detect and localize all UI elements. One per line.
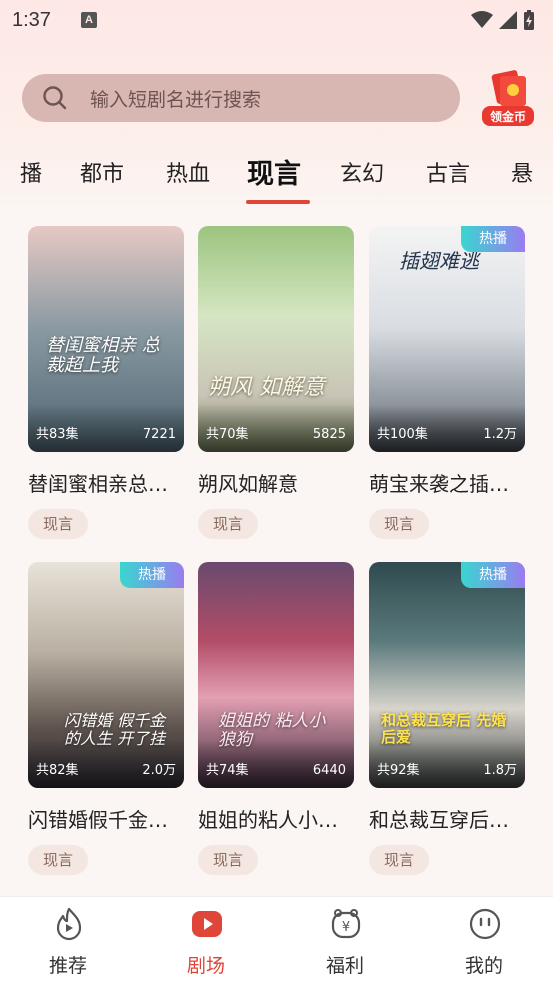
nav-label: 我的 [464, 955, 503, 977]
battery-icon [524, 10, 534, 30]
view-count: 6440 [312, 763, 346, 778]
drama-poster[interactable]: 热播 和总裁互穿后 先婚后爱 共92集 1.8万 [369, 562, 525, 788]
drama-title[interactable]: 和总裁互穿后… [369, 804, 529, 833]
nav-item-recommend[interactable]: 推荐 [18, 897, 118, 984]
wifi-icon [471, 11, 493, 28]
drama-title[interactable]: 姐姐的粘人小… [198, 804, 358, 833]
search-input[interactable]: 输入短剧名进行搜索 [22, 74, 460, 122]
drama-card[interactable]: 热播 闪错婚 假千金的人生 开了挂 共82集 2.0万 闪错婚假千金… 现言 [28, 562, 184, 875]
view-count: 2.0万 [142, 763, 176, 778]
drama-poster[interactable]: 插翅难逃 热播 共100集 1.2万 [369, 226, 525, 452]
tab-rexue[interactable]: 热血 [166, 156, 210, 188]
category-tabs: 播 都市 热血 现言 玄幻 古言 悬 [0, 150, 553, 206]
nav-label: 剧场 [186, 955, 225, 977]
drama-poster[interactable]: 朔风 如解意 共70集 5825 [198, 226, 354, 452]
theater-play-icon [192, 911, 222, 937]
nav-item-welfare[interactable]: ¥ 福利 [295, 897, 395, 984]
tab-partial-left[interactable]: 播 [20, 156, 42, 188]
smiley-face-icon [469, 908, 501, 940]
signal-icon [499, 11, 517, 29]
drama-card[interactable]: 热播 和总裁互穿后 先婚后爱 共92集 1.8万 和总裁互穿后… 现言 [369, 562, 525, 875]
nav-item-mine[interactable]: 我的 [434, 897, 534, 984]
drama-title[interactable]: 替闺蜜相亲总… [28, 468, 188, 497]
notification-icon: A [80, 12, 97, 28]
tab-xianyan[interactable]: 现言 [247, 152, 301, 191]
poster-title-art: 替闺蜜相亲 总裁超上我 [46, 335, 160, 376]
flame-play-icon [56, 907, 82, 941]
hot-badge: 热播 [120, 562, 184, 588]
drama-poster[interactable]: 热播 闪错婚 假千金的人生 开了挂 共82集 2.0万 [28, 562, 184, 788]
drama-card[interactable]: 姐姐的 粘人小狼狗 共74集 6440 姐姐的粘人小… 现言 [198, 562, 354, 875]
drama-card[interactable]: 插翅难逃 热播 共100集 1.2万 萌宝来袭之插… 现言 [369, 226, 525, 539]
genre-tag: 现言 [369, 845, 430, 875]
view-count: 1.8万 [483, 763, 517, 778]
episode-count: 共70集 [206, 427, 249, 442]
status-icons [471, 10, 535, 30]
genre-tag: 现言 [198, 509, 259, 539]
drama-title[interactable]: 闪错婚假千金… [28, 804, 188, 833]
active-tab-indicator [246, 200, 310, 204]
episode-count: 共82集 [36, 763, 79, 778]
episode-count: 共83集 [36, 427, 79, 442]
view-count: 7221 [142, 427, 176, 442]
hot-badge: 热播 [461, 226, 525, 252]
search-placeholder: 输入短剧名进行搜索 [90, 88, 262, 111]
search-icon [43, 86, 67, 110]
drama-poster[interactable]: 姐姐的 粘人小狼狗 共74集 6440 [198, 562, 354, 788]
view-count: 1.2万 [483, 427, 517, 442]
tab-guyan[interactable]: 古言 [426, 156, 470, 188]
genre-tag: 现言 [28, 845, 89, 875]
svg-text:¥: ¥ [342, 920, 350, 935]
coin-badge-label: 领金币 [489, 110, 526, 124]
tab-dushi[interactable]: 都市 [80, 156, 124, 188]
view-count: 5825 [312, 427, 346, 442]
poster-title-art: 插翅难逃 [399, 249, 479, 273]
drama-title[interactable]: 朔风如解意 [198, 468, 358, 497]
genre-tag: 现言 [369, 509, 430, 539]
status-time: 1:37 [12, 8, 51, 31]
bottom-navigation: 推荐 剧场 ¥ 福利 我的 [0, 896, 553, 984]
hot-badge: 热播 [461, 562, 525, 588]
episode-count: 共74集 [206, 763, 249, 778]
genre-tag: 现言 [28, 509, 89, 539]
drama-card[interactable]: 朔风 如解意 共70集 5825 朔风如解意 现言 [198, 226, 354, 539]
drama-poster[interactable]: 替闺蜜相亲 总裁超上我 共83集 7221 [28, 226, 184, 452]
tab-xuanhuan[interactable]: 玄幻 [340, 156, 384, 188]
status-bar: 1:37 A [0, 0, 553, 40]
nav-item-theater[interactable]: 剧场 [156, 897, 256, 984]
tab-partial-right[interactable]: 悬 [511, 156, 533, 188]
coin-reward-button[interactable]: 领金币 [480, 70, 536, 128]
drama-card[interactable]: 替闺蜜相亲 总裁超上我 共83集 7221 替闺蜜相亲总… 现言 [28, 226, 184, 539]
poster-title-art: 朔风 如解意 [208, 375, 325, 400]
nav-label: 福利 [325, 955, 364, 977]
episode-count: 共100集 [377, 427, 428, 442]
nav-label: 推荐 [48, 955, 87, 977]
drama-title[interactable]: 萌宝来袭之插… [369, 468, 529, 497]
piggy-bank-icon: ¥ [331, 909, 361, 939]
episode-count: 共92集 [377, 763, 420, 778]
genre-tag: 现言 [198, 845, 259, 875]
